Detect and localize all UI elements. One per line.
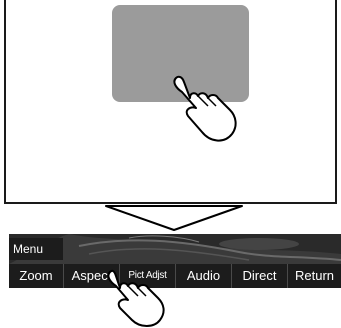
direct-button[interactable]: Direct (232, 264, 288, 288)
menu-button[interactable]: Menu (9, 238, 63, 260)
audio-button[interactable]: Audio (176, 264, 232, 288)
return-button[interactable]: Return (288, 264, 341, 288)
pointing-hand-icon (173, 75, 237, 142)
zoom-button[interactable]: Zoom (9, 264, 64, 288)
down-triangle-arrow-icon (105, 205, 243, 231)
control-bar: Menu Zoom Aspect Pict Adjst Audio Direct… (9, 234, 341, 288)
button-row: Zoom Aspect Pict Adjst Audio Direct Retu… (9, 264, 341, 288)
pointing-hand-icon (107, 269, 165, 327)
